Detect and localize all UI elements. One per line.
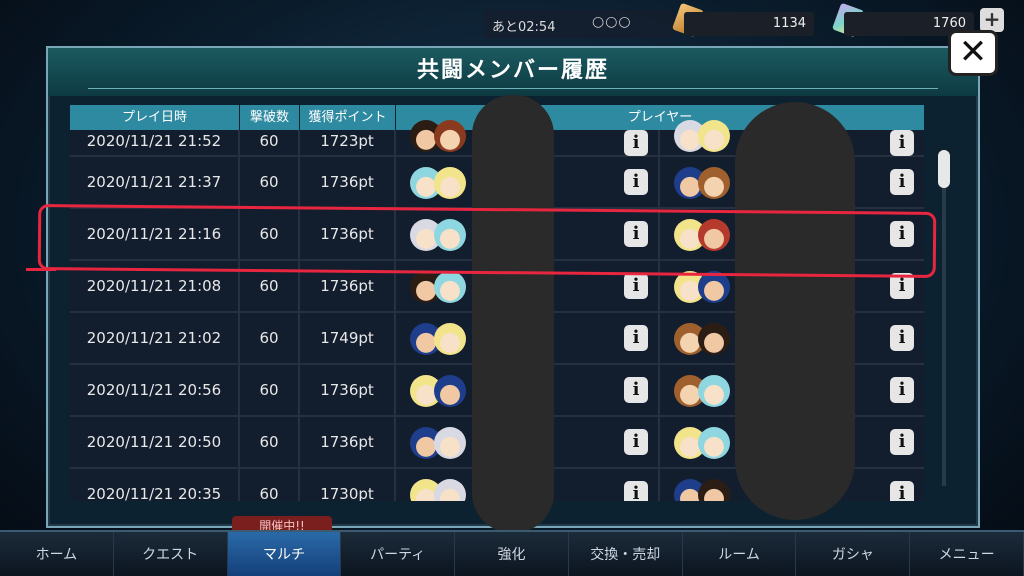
info-button[interactable]: i: [624, 169, 648, 195]
redaction-mark: [472, 95, 554, 533]
character-avatar-icon: [698, 427, 730, 459]
scrollbar-track: [942, 150, 946, 486]
character-avatar-icon: [698, 323, 730, 355]
kill-count: 60: [240, 417, 300, 467]
earned-points: 1730pt: [300, 469, 396, 501]
play-date: 2020/11/21 21:52: [70, 130, 240, 155]
kill-count: 60: [240, 157, 300, 207]
character-avatar-icon: [434, 427, 466, 459]
character-avatar-icon: [698, 479, 730, 501]
character-avatar-icon: [434, 120, 466, 152]
stamina-dots: ○○○: [592, 14, 632, 30]
play-date: 2020/11/21 21:02: [70, 313, 240, 363]
kill-count: 60: [240, 365, 300, 415]
nav-item[interactable]: ルーム: [683, 532, 797, 576]
header-points: 獲得ポイント: [300, 105, 396, 130]
scrollbar[interactable]: [936, 150, 952, 486]
play-date: 2020/11/21 20:50: [70, 417, 240, 467]
bottom-nav: ホーム クエスト マルチ パーティ 強化 交換・売却 ルーム ガシャ メニュー: [0, 530, 1024, 576]
info-button[interactable]: i: [624, 325, 648, 351]
info-button[interactable]: i: [624, 377, 648, 403]
earned-points: 1736pt: [300, 365, 396, 415]
character-avatar-icon: [698, 167, 730, 199]
info-button[interactable]: i: [624, 481, 648, 501]
character-avatar-icon: [698, 375, 730, 407]
info-button[interactable]: i: [890, 429, 914, 455]
resource-count-gold: 1134: [684, 12, 814, 36]
info-button[interactable]: i: [890, 169, 914, 195]
kill-count: 60: [240, 313, 300, 363]
header-date: プレイ日時: [70, 105, 240, 130]
stamina-timer: あと02:54 ○○○: [484, 10, 674, 38]
character-avatar-icon: [434, 479, 466, 501]
timer-text: あと02:54: [492, 20, 556, 35]
red-highlight-tail: [26, 268, 56, 271]
earned-points: 1736pt: [300, 417, 396, 467]
nav-item[interactable]: ガシャ: [796, 532, 911, 576]
kill-count: 60: [240, 469, 300, 501]
info-button[interactable]: i: [890, 130, 914, 156]
title-divider: [88, 88, 938, 89]
nav-item[interactable]: マルチ: [227, 532, 342, 576]
earned-points: 1723pt: [300, 130, 396, 155]
nav-item[interactable]: 強化: [455, 532, 569, 576]
resource-bar: あと02:54 ○○○ 1134 1760 +: [484, 2, 1024, 50]
character-avatar-icon: [434, 271, 466, 303]
character-avatar-icon: [434, 323, 466, 355]
close-button[interactable]: ✕: [948, 30, 998, 76]
character-avatar-icon: [434, 167, 466, 199]
info-button[interactable]: i: [890, 481, 914, 501]
info-button[interactable]: i: [624, 273, 648, 299]
header-kills: 撃破数: [240, 105, 300, 130]
info-button[interactable]: i: [890, 377, 914, 403]
redaction-mark: [735, 102, 855, 520]
play-date: 2020/11/21 21:37: [70, 157, 240, 207]
character-avatar-icon: [434, 375, 466, 407]
earned-points: 1736pt: [300, 157, 396, 207]
scrollbar-thumb[interactable]: [938, 150, 950, 188]
character-avatar-icon: [698, 120, 730, 152]
info-button[interactable]: i: [624, 429, 648, 455]
nav-item[interactable]: パーティ: [341, 532, 456, 576]
info-button[interactable]: i: [890, 325, 914, 351]
nav-item[interactable]: ホーム: [0, 532, 114, 576]
nav-item[interactable]: 交換・売却: [569, 532, 683, 576]
earned-points: 1749pt: [300, 313, 396, 363]
red-highlight-annotation: [37, 204, 937, 278]
add-currency-button[interactable]: +: [980, 8, 1004, 32]
nav-item[interactable]: メニュー: [910, 532, 1024, 576]
play-date: 2020/11/21 20:35: [70, 469, 240, 501]
nav-item[interactable]: クエスト: [114, 532, 228, 576]
kill-count: 60: [240, 130, 300, 155]
info-button[interactable]: i: [624, 130, 648, 156]
play-date: 2020/11/21 20:56: [70, 365, 240, 415]
